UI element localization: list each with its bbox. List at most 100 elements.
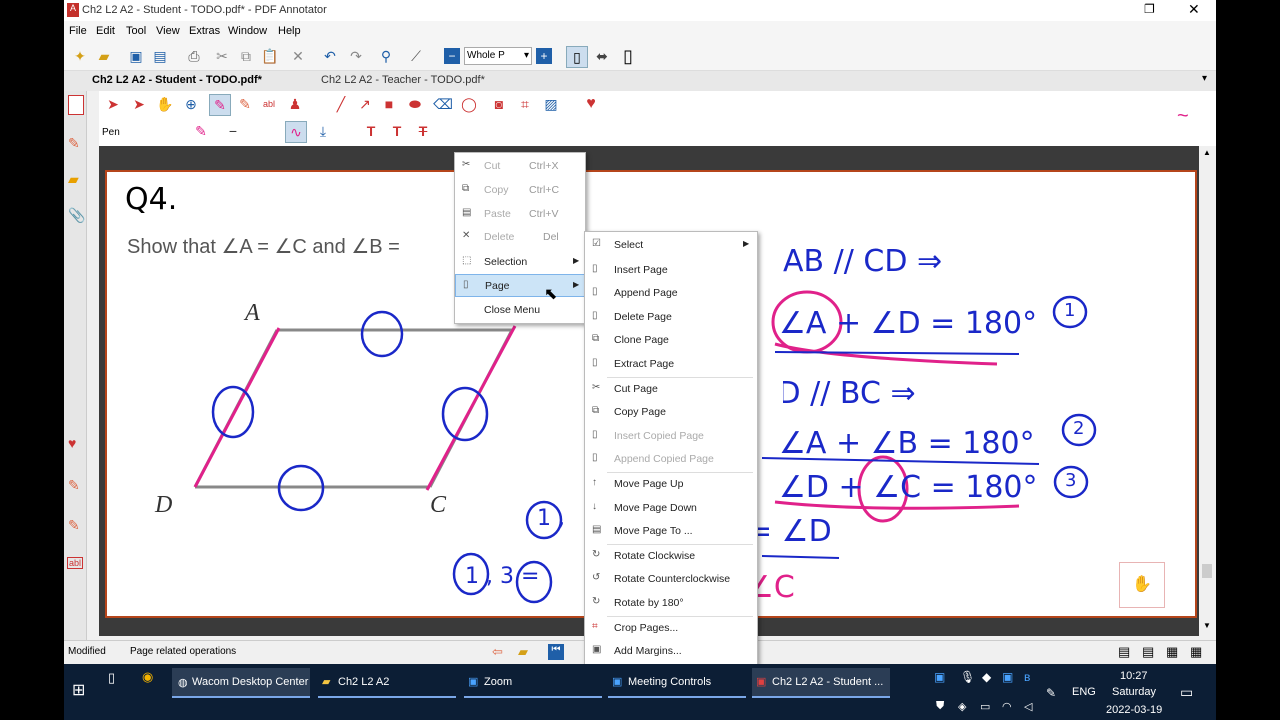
- shield-icon[interactable]: ⛊: [936, 700, 944, 713]
- context-delete[interactable]: ✕ Delete Del: [455, 226, 585, 249]
- line-style-icon[interactable]: −: [223, 121, 243, 141]
- page-copy[interactable]: ⧉ Copy Page: [585, 401, 757, 424]
- arrow-icon[interactable]: ↗: [355, 94, 375, 114]
- image-icon[interactable]: ▨: [541, 94, 561, 114]
- save-icon[interactable]: ▣: [126, 46, 146, 66]
- back-icon[interactable]: ⇦: [492, 644, 503, 660]
- mic-icon[interactable]: 🎙: [960, 670, 975, 684]
- bluetooth-icon[interactable]: ʙ: [1024, 670, 1030, 684]
- select-arrow-icon[interactable]: ➤: [103, 94, 123, 114]
- new-icon[interactable]: ✦: [70, 46, 90, 66]
- magnifier-icon[interactable]: ⊕: [181, 94, 201, 114]
- favorites-icon[interactable]: ♥: [68, 435, 76, 451]
- page-extract[interactable]: ▯ Extract Page: [585, 353, 757, 376]
- page-clone[interactable]: ⧉ Clone Page: [585, 329, 757, 352]
- folder-nav-icon[interactable]: ▰: [518, 644, 528, 660]
- ink-indicator-icon[interactable]: ~: [1177, 105, 1189, 128]
- clock-time[interactable]: 10:27: [1120, 670, 1148, 682]
- paste-icon[interactable]: 📋: [260, 46, 280, 66]
- task-view-icon[interactable]: ▯: [108, 670, 115, 686]
- tab-dropdown-icon[interactable]: ▾: [1202, 73, 1207, 84]
- zoom-tray-icon[interactable]: ▣: [934, 670, 945, 684]
- text-t2-icon[interactable]: T: [387, 121, 407, 141]
- start-icon[interactable]: ⊞: [72, 680, 85, 700]
- scroll-up-icon[interactable]: ▲: [1203, 148, 1211, 157]
- pen-small-icon[interactable]: ✎: [68, 477, 80, 494]
- stamp-icon[interactable]: ⟋: [406, 46, 426, 66]
- open-icon[interactable]: ▰: [94, 46, 114, 66]
- cut-icon[interactable]: ✂: [212, 46, 232, 66]
- view-two-page-icon[interactable]: ▦: [1166, 644, 1178, 660]
- first-page-icon[interactable]: ⏮: [548, 644, 564, 660]
- page-cut[interactable]: ✂ Cut Page: [585, 378, 757, 401]
- page-insert-copied[interactable]: ▯ Insert Copied Page: [585, 425, 757, 448]
- vertical-scrollbar[interactable]: ▲ ▼: [1199, 146, 1216, 636]
- restore-icon[interactable]: ❐: [1144, 2, 1155, 16]
- menu-file[interactable]: File: [69, 25, 87, 37]
- view-continuous-icon[interactable]: ▤: [1142, 644, 1154, 660]
- marker-icon[interactable]: ✎: [235, 94, 255, 114]
- dropbox-icon[interactable]: ◈: [958, 700, 966, 713]
- ellipse-icon[interactable]: ⬬: [405, 94, 425, 114]
- pen-color-icon[interactable]: ✎: [191, 121, 211, 141]
- pen-tool-icon[interactable]: ✎: [209, 94, 231, 116]
- redo-icon[interactable]: ↷: [346, 46, 366, 66]
- task-zoom[interactable]: ▣ Zoom: [464, 668, 602, 698]
- view-single-icon[interactable]: ▤: [1118, 644, 1130, 660]
- language-indicator[interactable]: ENG: [1072, 686, 1096, 698]
- menu-edit[interactable]: Edit: [96, 25, 115, 37]
- page-crop[interactable]: ⌗ Crop Pages...: [585, 617, 757, 640]
- fullscreen-icon[interactable]: ▯: [618, 46, 638, 66]
- menu-view[interactable]: View: [156, 25, 180, 37]
- save-as-icon[interactable]: ▤: [150, 46, 170, 66]
- pen-icon[interactable]: ✎: [68, 135, 80, 152]
- close-icon[interactable]: ✕: [1188, 1, 1200, 18]
- paperclip-icon[interactable]: 📎: [68, 207, 85, 224]
- crop-icon[interactable]: ⌗: [515, 94, 535, 114]
- context-cut[interactable]: ✂ Cut Ctrl+X: [455, 155, 585, 178]
- delete-icon[interactable]: ✕: [288, 46, 308, 66]
- context-paste[interactable]: ▤ Paste Ctrl+V: [455, 203, 585, 226]
- stamp-tool-icon[interactable]: ♟: [285, 94, 305, 114]
- wifi-icon[interactable]: ◠: [1002, 700, 1012, 713]
- battery-icon[interactable]: ▭: [980, 700, 990, 713]
- page-select[interactable]: ☑ Select ▶: [585, 234, 757, 257]
- scroll-thumb[interactable]: [1202, 564, 1212, 578]
- context-copy[interactable]: ⧉ Copy Ctrl+C: [455, 179, 585, 202]
- single-page-icon[interactable]: ▯: [566, 46, 588, 68]
- straighten-icon[interactable]: ⤓: [313, 121, 333, 141]
- select-text-icon[interactable]: ➤: [129, 94, 149, 114]
- task-meeting-controls[interactable]: ▣ Meeting Controls: [608, 668, 746, 698]
- task-folder[interactable]: ▰ Ch2 L2 A2: [318, 668, 456, 698]
- camera-icon[interactable]: ◙: [489, 94, 509, 114]
- tray-diamond-icon[interactable]: ◆: [982, 670, 991, 684]
- tab-student[interactable]: Ch2 L2 A2 - Student - TODO.pdf*: [92, 74, 262, 86]
- typewriter-icon[interactable]: abl: [259, 94, 279, 114]
- chrome-icon[interactable]: ◉: [142, 669, 153, 685]
- task-wacom[interactable]: ◍ Wacom Desktop Center: [172, 668, 310, 698]
- find-icon[interactable]: ⚲: [376, 46, 396, 66]
- page-append-copied[interactable]: ▯ Append Copied Page: [585, 448, 757, 471]
- menu-window[interactable]: Window: [228, 25, 267, 37]
- menu-help[interactable]: Help: [278, 25, 301, 37]
- print-icon[interactable]: ⎙: [184, 46, 204, 66]
- page-delete[interactable]: ▯ Delete Page: [585, 306, 757, 329]
- notification-icon[interactable]: ▭: [1180, 684, 1193, 701]
- copy-icon[interactable]: ⧉: [236, 46, 256, 66]
- page-add-margins[interactable]: ▣ Add Margins...: [585, 640, 757, 663]
- fit-width-icon[interactable]: ⬌: [592, 46, 612, 66]
- page-insert[interactable]: ▯ Insert Page: [585, 259, 757, 282]
- volume-icon[interactable]: ◁: [1024, 700, 1032, 713]
- text-t1-icon[interactable]: T: [361, 121, 381, 141]
- page-move-to[interactable]: ▤ Move Page To ...: [585, 520, 757, 543]
- context-close-menu[interactable]: Close Menu: [455, 299, 585, 322]
- touch-hand-icon[interactable]: ✋: [1119, 562, 1165, 608]
- line-icon[interactable]: ╱: [331, 94, 351, 114]
- pen-tray-icon[interactable]: ✎: [1046, 686, 1056, 700]
- tab-teacher[interactable]: Ch2 L2 A2 - Teacher - TODO.pdf*: [321, 74, 485, 86]
- favorite-heart-icon[interactable]: ♥: [581, 94, 601, 114]
- view-grid-icon[interactable]: ▦: [1190, 644, 1202, 660]
- page-rotate-cw[interactable]: ↻ Rotate Clockwise: [585, 545, 757, 568]
- freehand-smooth-icon[interactable]: ∿: [285, 121, 307, 143]
- rectangle-icon[interactable]: ■: [379, 94, 399, 114]
